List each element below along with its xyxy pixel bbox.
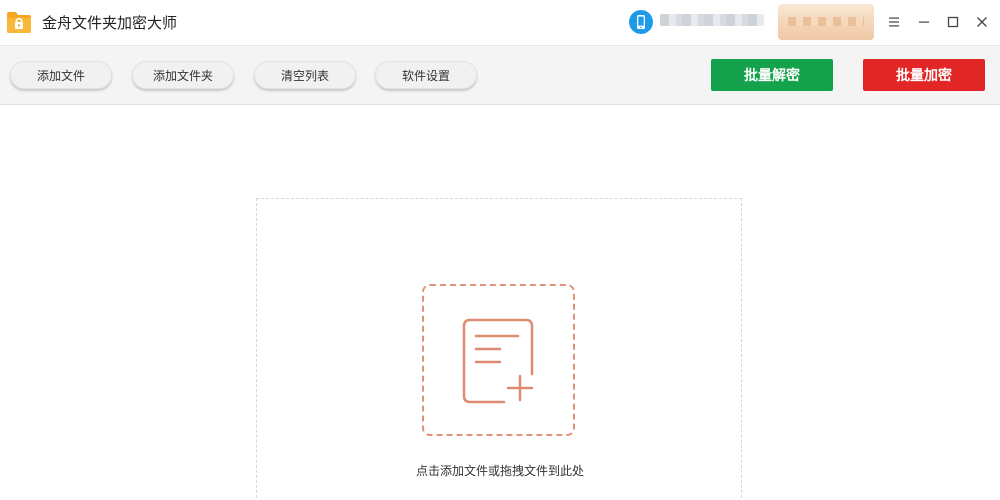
clear-list-button[interactable]: 清空列表: [254, 61, 356, 89]
minimize-button[interactable]: [914, 12, 934, 32]
menu-icon: [889, 17, 899, 27]
document-add-icon: [462, 318, 534, 404]
user-phone-avatar-icon[interactable]: [628, 9, 654, 35]
menu-button[interactable]: [884, 12, 904, 32]
vip-badge-redacted[interactable]: [778, 4, 874, 40]
app-title: 金舟文件夹加密大师: [42, 14, 178, 32]
title-bar: 金舟文件夹加密大师: [0, 0, 1000, 45]
toolbar: 添加文件 添加文件夹 清空列表 软件设置 批量解密 批量加密: [0, 45, 1000, 105]
add-file-button[interactable]: 添加文件: [10, 61, 112, 89]
drop-hint-text: 点击添加文件或拖拽文件到此处: [415, 464, 584, 478]
minimize-icon: [919, 21, 929, 23]
maximize-icon: [947, 16, 959, 28]
app-window: 金舟文件夹加密大师 添加文件 添加文件夹 清空列表 软件设置 批量解密 批量加密…: [0, 0, 1000, 500]
close-button[interactable]: [972, 12, 992, 32]
maximize-button[interactable]: [943, 12, 963, 32]
settings-button[interactable]: 软件设置: [375, 61, 477, 89]
user-account-redacted[interactable]: [660, 14, 764, 26]
batch-encrypt-button[interactable]: 批量加密: [863, 59, 985, 91]
add-folder-button[interactable]: 添加文件夹: [132, 61, 234, 89]
folder-lock-logo-icon: [7, 12, 31, 33]
batch-decrypt-button[interactable]: 批量解密: [711, 59, 833, 91]
close-icon: [977, 17, 987, 27]
